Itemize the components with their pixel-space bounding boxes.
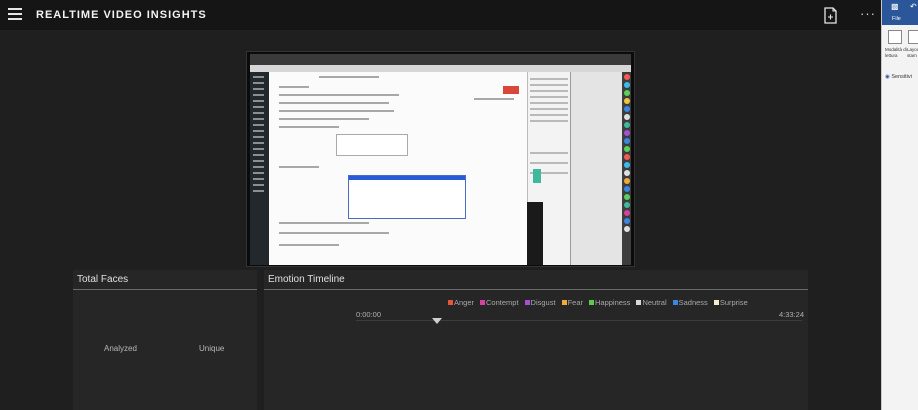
emotion-timeline-panel: Emotion Timeline Anger Contempt Disgust Fea… [264,270,808,410]
undo-icon[interactable]: ↶ [910,2,917,11]
sensitivity-icon: ◉ [885,74,890,80]
start-time: 0:00:00 [356,310,382,319]
legend-item: Contempt [480,298,519,307]
print-layout-button[interactable] [908,30,918,44]
legend-swatch [561,300,567,305]
video-preview[interactable] [246,51,635,267]
legend-item: Disgust [524,298,556,307]
legend-label: Disgust [530,298,556,307]
app-title: REALTIME VIDEO INSIGHTS [36,9,207,21]
divider [264,289,808,290]
unique-label: Unique [199,344,225,353]
video-frame-image [250,54,631,265]
legend-swatch [524,300,530,305]
divider [73,289,257,290]
legend-swatch [588,300,594,305]
legend-item: Anger [448,298,474,307]
reading-mode-button[interactable] [888,30,902,44]
hamburger-icon[interactable] [8,8,22,20]
legend-swatch [672,300,678,305]
end-time: 4:33:24 [779,310,805,319]
timeline-track[interactable] [356,320,802,321]
total-faces-title: Total Faces [77,274,129,285]
legend-label: Surprise [719,298,748,307]
total-faces-panel: Total Faces Analyzed Unique [73,270,257,410]
legend-label: Fear [567,298,583,307]
print-layout-label: Layout stam [907,47,918,58]
save-icon[interactable]: ▩ [891,2,899,11]
legend-item: Sadness [672,298,708,307]
sensitivity-label: Sensitivi [891,74,912,80]
file-tab[interactable]: File [892,16,901,22]
legend-swatch [448,300,453,305]
legend-item: Surprise [713,298,748,307]
emotion-legend: Anger Contempt Disgust Fear Happiness Neutral… [448,298,754,307]
emotion-timeline-title: Emotion Timeline [268,274,345,285]
timeline-scrubber[interactable] [432,318,442,324]
reading-mode-label: Modalità di lettura [885,47,907,58]
legend-item: Fear [561,298,583,307]
legend-item: Happiness [588,298,631,307]
app-window: REALTIME VIDEO INSIGHTS ··· Total Faces … [0,0,881,410]
legend-swatch [480,300,486,305]
legend-label: Sadness [678,298,708,307]
legend-label: Anger [454,298,475,307]
legend-label: Contempt [486,298,519,307]
legend-label: Neutral [642,298,667,307]
legend-swatch [636,300,642,305]
ribbon: ▩ ↶ File [882,0,918,25]
title-bar: REALTIME VIDEO INSIGHTS ··· [0,0,881,30]
more-icon[interactable]: ··· [860,6,876,21]
analyzed-label: Analyzed [104,344,137,353]
legend-swatch [713,300,719,305]
legend-label: Happiness [594,298,631,307]
document-icon[interactable] [823,7,838,24]
legend-item: Neutral [636,298,667,307]
sensitivity-button[interactable]: ◉ Sensitivi [885,74,912,80]
office-side-panel: ▩ ↶ File Modalità di lettura Layout stam… [881,0,918,410]
